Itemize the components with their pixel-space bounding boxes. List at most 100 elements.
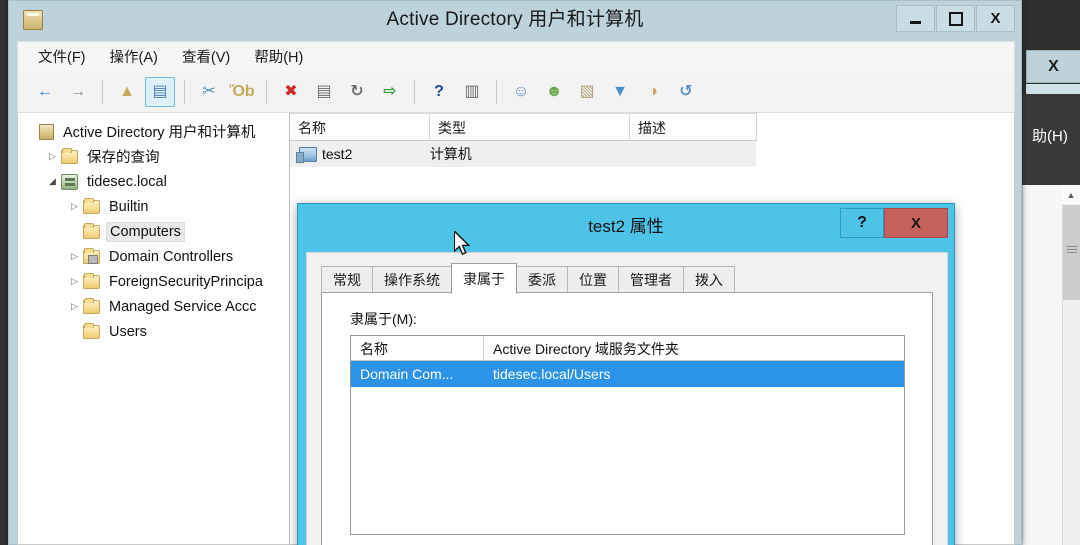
dialog-close-button[interactable]: X — [884, 208, 948, 238]
minimize-button[interactable] — [896, 5, 935, 32]
help-icon-glyph: ? — [434, 82, 444, 100]
chevron-right-icon[interactable]: ▷ — [44, 151, 61, 162]
list-column-headers: 名称 类型 描述 — [290, 113, 757, 141]
menu-item-2[interactable]: 查看(V) — [172, 43, 240, 70]
tree-item-7[interactable]: ▷ Managed Service Accc — [18, 294, 289, 319]
tree-item-6[interactable]: ▷ ForeignSecurityPrincipa — [18, 269, 289, 294]
maximize-button[interactable] — [936, 5, 975, 32]
grid-column-header-1[interactable]: Active Directory 域服务文件夹 — [484, 336, 904, 360]
tree-item-8[interactable]: Users — [18, 319, 289, 344]
folder-dc-icon — [83, 247, 100, 264]
chevron-right-icon[interactable]: ▷ — [66, 251, 83, 262]
new-ou-icon-glyph: ▧ — [579, 82, 595, 100]
folder-icon — [83, 322, 100, 339]
dialog-help-button[interactable]: ? — [840, 208, 884, 238]
folder-icon — [83, 297, 100, 314]
tab-3[interactable]: 委派 — [516, 266, 568, 293]
grid-cell-name: Domain Com... — [360, 366, 454, 382]
memberof-grid-headers: 名称 Active Directory 域服务文件夹 — [351, 336, 904, 361]
memberof-grid-rows: Domain Com... tidesec.local/Users — [351, 361, 904, 387]
folder-icon — [83, 272, 100, 289]
grid-row[interactable]: Domain Com... tidesec.local/Users — [351, 361, 904, 387]
find-icon[interactable]: ◑ — [638, 77, 668, 107]
tab-6[interactable]: 拨入 — [683, 266, 735, 293]
toolbar-separator — [184, 79, 185, 104]
tab-4[interactable]: 位置 — [567, 266, 619, 293]
toolbar: ← → ▲ ▤ ✂ Ὄb ✖ ▤ ↻ ⇨? ▥ ☺ ☻ ▧ ▼ ◑ ↺ — [17, 71, 1015, 113]
properties-icon[interactable]: ▤ — [309, 77, 339, 107]
toolbar-separator — [496, 79, 497, 104]
show-hide-pane-icon[interactable]: ▥ — [457, 77, 487, 107]
scrollbar-grip-icon — [1067, 246, 1077, 254]
toolbar-separator — [102, 79, 103, 104]
show-hide-pane-icon-glyph: ▥ — [464, 82, 480, 100]
tab-2[interactable]: 隶属于 — [451, 263, 517, 294]
filter-icon[interactable]: ▼ — [605, 77, 635, 107]
new-group-icon[interactable]: ☻ — [539, 77, 569, 107]
grid-cell-folder: tidesec.local/Users — [493, 366, 611, 382]
properties-icon-glyph: ▤ — [316, 82, 332, 100]
chevron-right-icon[interactable]: ▷ — [66, 201, 83, 212]
table-row[interactable]: test2 计算机 — [290, 141, 756, 167]
background-window-close-button[interactable]: X — [1048, 58, 1059, 76]
memberof-grid: 名称 Active Directory 域服务文件夹 Domain Com... t… — [350, 335, 905, 535]
paste-icon-glyph: Ὄb — [229, 82, 255, 100]
page-title: Active Directory 用户和计算机 — [386, 9, 644, 30]
show-console-tree-icon[interactable]: ▤ — [145, 76, 175, 107]
tab-1[interactable]: 操作系统 — [372, 266, 452, 293]
tree-item-label: Builtin — [109, 198, 149, 215]
tree-item-label: tidesec.local — [87, 173, 167, 190]
add-member-icon-glyph: ↺ — [679, 82, 693, 100]
menubar: 文件(F) 操作(A) 查看(V) 帮助(H) — [17, 41, 1015, 71]
menu-item-1[interactable]: 操作(A) — [100, 43, 168, 70]
tree-item-5[interactable]: ▷ Domain Controllers — [18, 244, 289, 269]
console-icon — [39, 123, 54, 140]
dialog-tabs: 常规 操作系统 隶属于 委派 位置 管理者 拨入 — [307, 253, 947, 294]
dialog-body: 常规 操作系统 隶属于 委派 位置 管理者 拨入 隶属于(M): 名称 Active Dire… — [306, 252, 948, 545]
help-icon[interactable]: ? — [424, 77, 454, 107]
export-list-icon-glyph: ⇨ — [383, 82, 397, 100]
export-list-icon[interactable]: ⇨ — [375, 77, 405, 107]
new-ou-icon[interactable]: ▧ — [572, 77, 602, 107]
tree-item-3[interactable]: ▷ Builtin — [18, 194, 289, 219]
show-console-tree-icon-glyph: ▤ — [152, 82, 168, 100]
delete-icon[interactable]: ✖ — [276, 77, 306, 107]
background-window-menu-fragment[interactable]: 助(H) — [1032, 125, 1080, 149]
list-column-header-0[interactable]: 名称 — [290, 113, 430, 140]
tree-item-0[interactable]: Active Directory 用户和计算机 — [18, 119, 289, 144]
up-folder-icon[interactable]: ▲ — [112, 77, 142, 107]
refresh-icon[interactable]: ↻ — [342, 77, 372, 107]
properties-dialog: test2 属性 ? X 常规 操作系统 隶属于 委派 位置 管理者 拨入 隶属于(M): … — [297, 203, 955, 545]
back-icon[interactable]: ← — [30, 77, 60, 107]
new-user-icon[interactable]: ☺ — [506, 77, 536, 107]
folder-icon — [83, 197, 100, 214]
tab-5[interactable]: 管理者 — [618, 266, 684, 293]
paste-icon[interactable]: Ὄb — [227, 77, 257, 107]
chevron-right-icon[interactable]: ▷ — [66, 301, 83, 312]
dialog-controls: ? X — [840, 208, 948, 238]
caret-up-icon[interactable]: ▲ — [1062, 185, 1080, 204]
list-column-header-2[interactable]: 描述 — [630, 113, 757, 140]
chevron-down-icon[interactable]: ◢ — [44, 176, 61, 187]
tree-item-2[interactable]: ◢ tidesec.local — [18, 169, 289, 194]
chevron-right-icon[interactable]: ▷ — [66, 276, 83, 287]
tree-item-1[interactable]: ▷ 保存的查询 — [18, 144, 289, 169]
toolbar-separator — [414, 79, 415, 104]
tree-item-label: Users — [109, 323, 147, 340]
close-button[interactable]: X — [976, 5, 1015, 32]
folder-icon — [61, 147, 78, 164]
add-member-icon[interactable]: ↺ — [671, 77, 701, 107]
tree-item-label: Domain Controllers — [109, 248, 234, 265]
toolbar-separator — [266, 79, 267, 104]
menu-item-0[interactable]: 文件(F) — [28, 43, 96, 70]
cut-icon[interactable]: ✂ — [194, 77, 224, 107]
grid-column-header-0[interactable]: 名称 — [351, 336, 484, 360]
background-window-titlebar: X — [1026, 50, 1080, 83]
tab-0[interactable]: 常规 — [321, 266, 373, 293]
tab-page-memberof: 隶属于(M): 名称 Active Directory 域服务文件夹 Domain… — [321, 292, 933, 545]
up-folder-icon-glyph: ▲ — [119, 82, 135, 100]
forward-icon[interactable]: → — [63, 77, 93, 107]
menu-item-3[interactable]: 帮助(H) — [244, 43, 313, 70]
list-column-header-1[interactable]: 类型 — [430, 113, 630, 140]
tree-item-4[interactable]: Computers — [18, 219, 289, 244]
